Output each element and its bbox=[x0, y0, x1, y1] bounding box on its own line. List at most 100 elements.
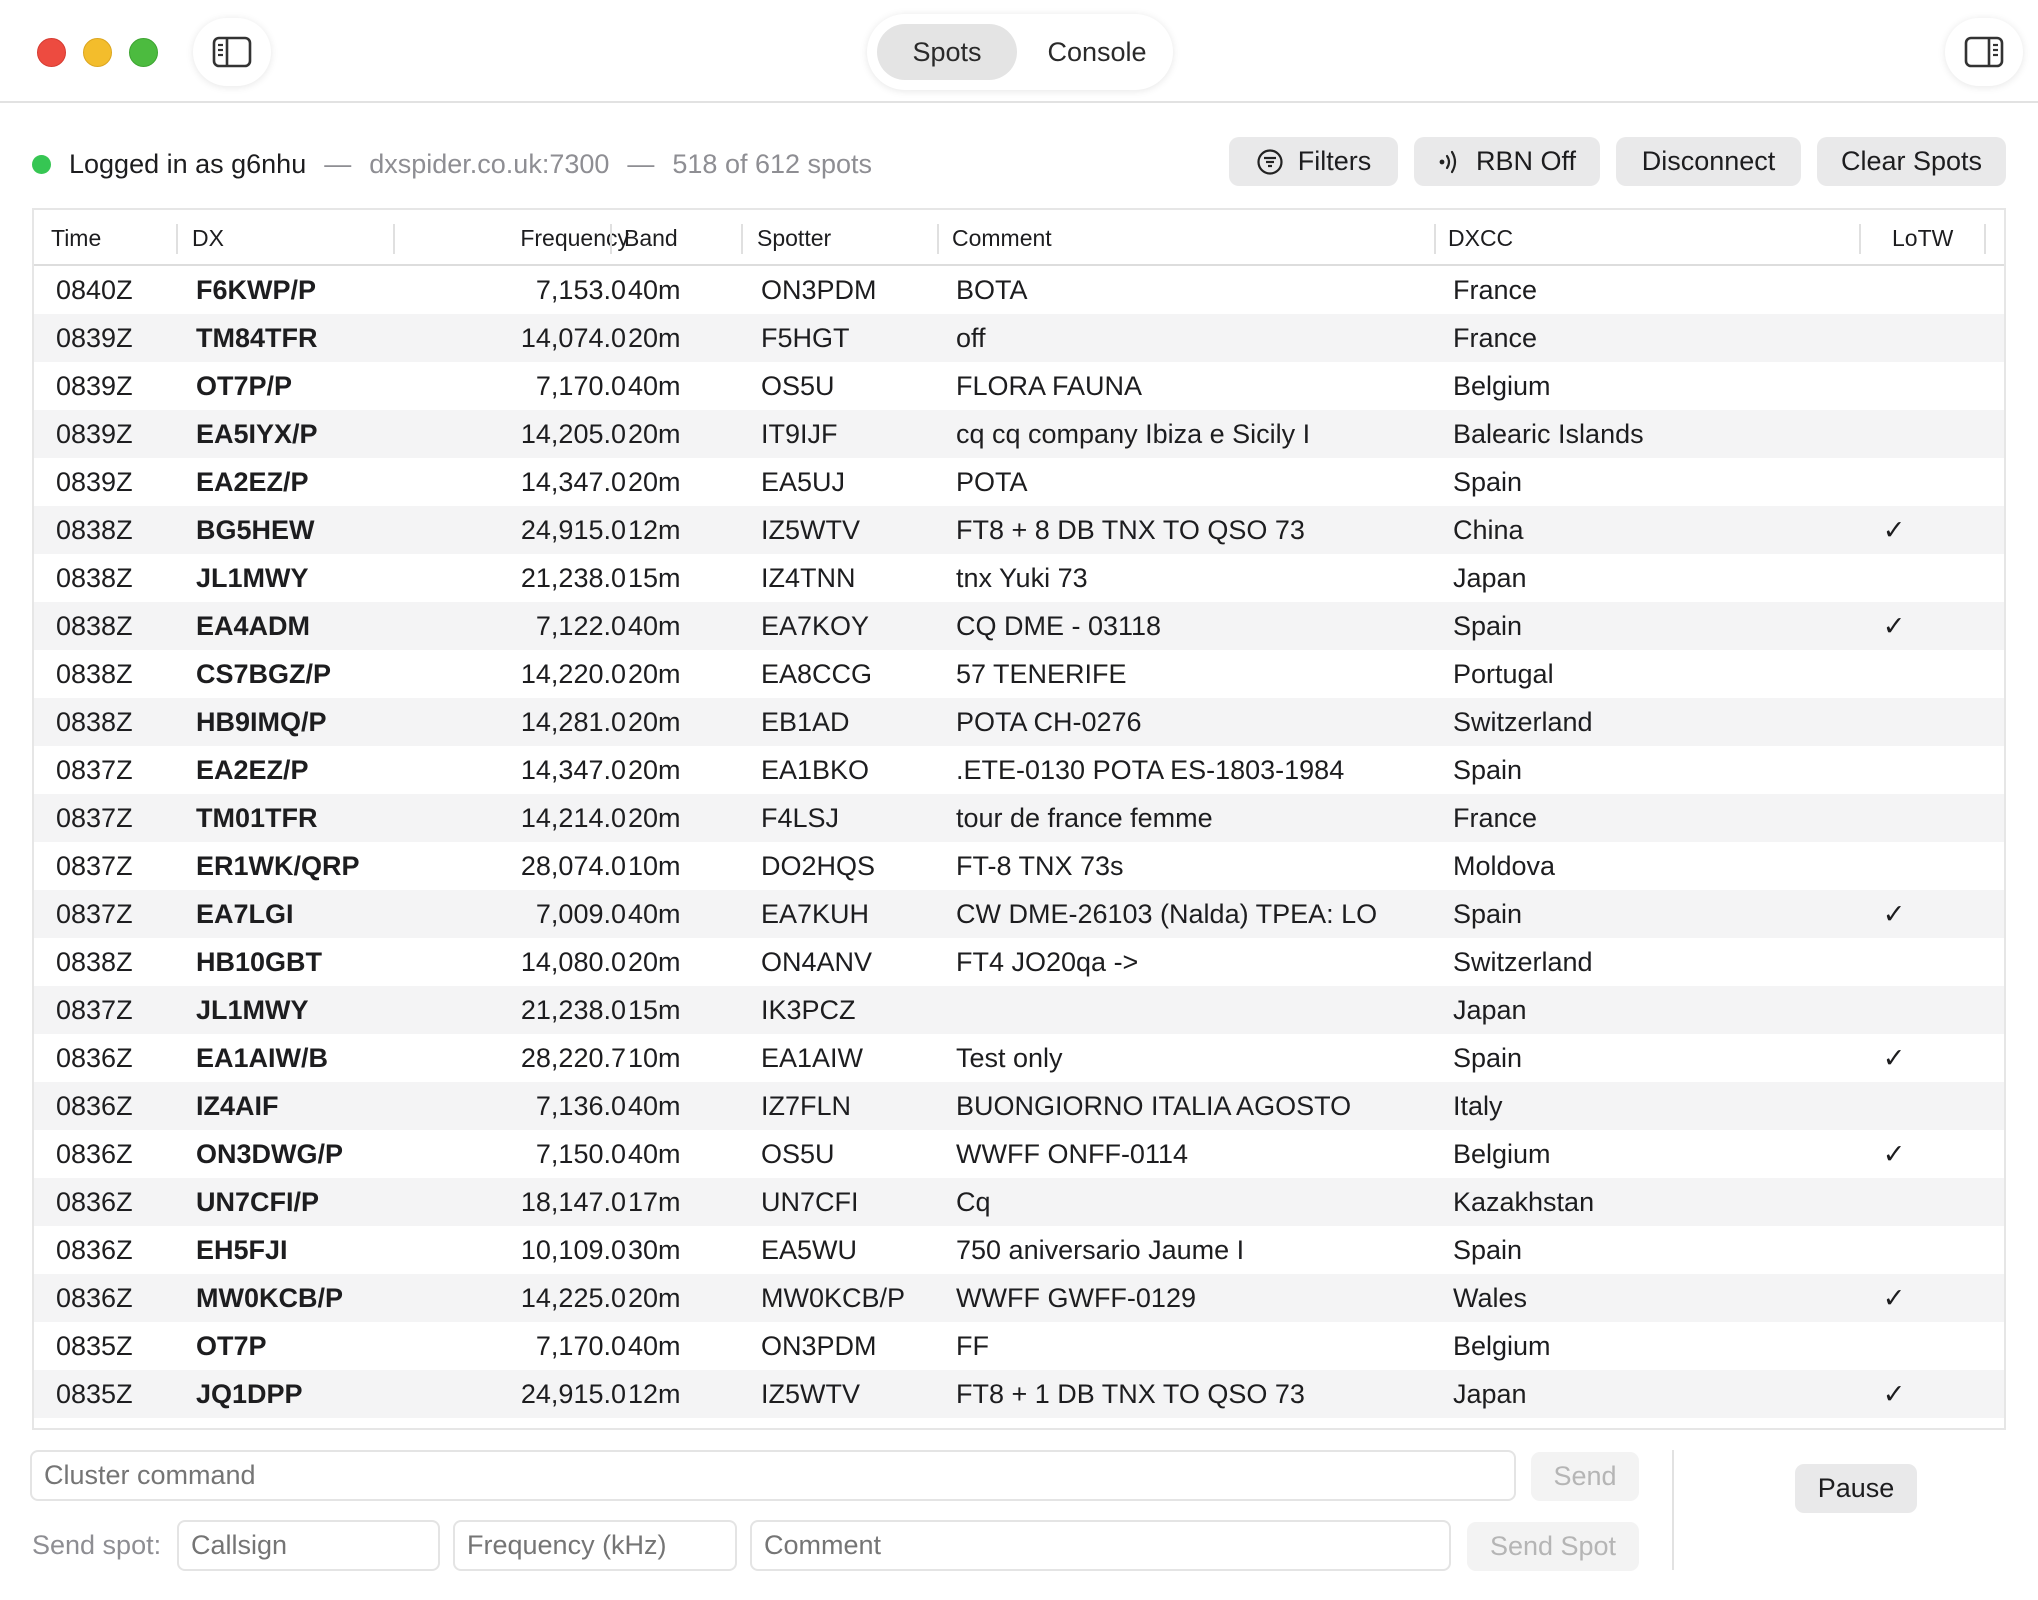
time-cell: 0836Z bbox=[56, 1091, 133, 1121]
band-cell: 20m bbox=[628, 323, 681, 353]
time-cell: 0837Z bbox=[56, 803, 133, 833]
table-row[interactable]: 0838Z JL1MWY 21,238.0 15m IZ4TNN tnx Yuki 73 J… bbox=[34, 554, 2004, 602]
column-header-dx[interactable]: DX bbox=[192, 210, 224, 266]
tab-console[interactable]: Console bbox=[1027, 24, 1167, 80]
close-window-button[interactable] bbox=[37, 38, 66, 67]
band-cell: 20m bbox=[628, 419, 681, 449]
dxcc-cell: Balearic Islands bbox=[1453, 419, 1644, 449]
dx-callsign-cell: EA4ADM bbox=[196, 611, 311, 641]
comment-cell: CW DME-26103 (Nalda) TPEA: LO bbox=[956, 899, 1378, 929]
band-cell: 17m bbox=[628, 1187, 681, 1217]
column-header-lotw[interactable]: LoTW bbox=[1892, 210, 1953, 266]
frequency-cell: 7,136.0 bbox=[535, 1091, 626, 1121]
column-header-frequency[interactable]: Frequency bbox=[394, 210, 629, 266]
column-header-dxcc[interactable]: DXCC bbox=[1448, 210, 1513, 266]
comment-cell: WWFF ONFF-0114 bbox=[956, 1139, 1188, 1169]
table-row[interactable]: 0837Z TM01TFR 14,214.0 20m F4LSJ tour de fran… bbox=[34, 794, 2004, 842]
comment-cell: tnx Yuki 73 bbox=[956, 563, 1088, 593]
dx-callsign-cell: JL1MWY bbox=[196, 563, 309, 593]
dx-callsign-cell: EA5IYX/P bbox=[196, 419, 318, 449]
dxcc-cell: Belgium bbox=[1453, 1139, 1551, 1169]
title-bar: Spots Console bbox=[0, 0, 2038, 103]
table-row[interactable]: 0838Z EA4ADM 7,122.0 40m EA7KOY CQ DME - 0311… bbox=[34, 602, 2004, 650]
column-header-time[interactable]: Time bbox=[51, 210, 101, 266]
frequency-input[interactable] bbox=[453, 1520, 737, 1571]
dx-callsign-cell: IZ4AIF bbox=[196, 1091, 279, 1121]
dxcc-cell: Japan bbox=[1453, 1379, 1527, 1409]
dxcc-cell: France bbox=[1453, 275, 1538, 305]
connection-status: Logged in as g6nhu — dxspider.co.uk:7300… bbox=[32, 146, 872, 182]
dxcc-cell: Wales bbox=[1453, 1283, 1528, 1313]
pause-button[interactable]: Pause bbox=[1795, 1464, 1917, 1513]
lotw-check-cell: ✓ bbox=[1882, 1139, 1906, 1169]
minimize-window-button[interactable] bbox=[83, 38, 112, 67]
band-cell: 20m bbox=[628, 467, 681, 497]
band-cell: 12m bbox=[628, 515, 681, 545]
table-row[interactable]: 0836Z EA1AIW/B 28,220.7 10m EA1AIW Test only S… bbox=[34, 1034, 2004, 1082]
toggle-left-sidebar-button[interactable] bbox=[193, 18, 271, 86]
time-cell: 0836Z bbox=[56, 1139, 133, 1169]
band-cell: 40m bbox=[628, 611, 681, 641]
band-cell: 40m bbox=[628, 1331, 681, 1361]
send-spot-button[interactable]: Send Spot bbox=[1467, 1522, 1639, 1571]
table-row[interactable]: 0837Z ER1WK/QRP 28,074.0 10m DO2HQS FT-8 TNX … bbox=[34, 842, 2004, 890]
dx-callsign-cell: F6KWP/P bbox=[196, 275, 317, 305]
cluster-command-input[interactable] bbox=[30, 1450, 1516, 1501]
table-row[interactable]: 0837Z EA2EZ/P 14,347.0 20m EA1BKO .ETE-0130 P… bbox=[34, 746, 2004, 794]
rbn-toggle-button[interactable]: RBN Off bbox=[1414, 137, 1600, 186]
table-row[interactable]: 0836Z UN7CFI/P 18,147.0 17m UN7CFI Cq Kazakhst… bbox=[34, 1178, 2004, 1226]
clear-spots-button[interactable]: Clear Spots bbox=[1817, 137, 2006, 186]
toggle-right-sidebar-button[interactable] bbox=[1945, 18, 2023, 86]
lotw-check-cell bbox=[1874, 650, 1914, 698]
zoom-window-button[interactable] bbox=[129, 38, 158, 67]
band-cell: 20m bbox=[628, 803, 681, 833]
spotter-cell: OS5U bbox=[761, 371, 835, 401]
disconnect-button[interactable]: Disconnect bbox=[1616, 137, 1801, 186]
band-cell: 15m bbox=[628, 563, 681, 593]
band-cell: 12m bbox=[628, 1379, 681, 1409]
lotw-check-cell bbox=[1874, 362, 1914, 410]
callsign-input[interactable] bbox=[177, 1520, 440, 1571]
table-row[interactable]: 0838Z HB10GBT 14,080.0 20m ON4ANV FT4 JO20qa … bbox=[34, 938, 2004, 986]
band-cell: 20m bbox=[628, 755, 681, 785]
dx-callsign-cell: ER1WK/QRP bbox=[196, 851, 360, 881]
column-header-band[interactable]: Band bbox=[624, 210, 678, 266]
table-row[interactable]: 0839Z OT7P/P 7,170.0 40m OS5U FLORA FAUNA Belg… bbox=[34, 362, 2004, 410]
table-row[interactable]: 0836Z MW0KCB/P 14,225.0 20m MW0KCB/P WWFF GWF… bbox=[34, 1274, 2004, 1322]
filters-button[interactable]: Filters bbox=[1229, 137, 1398, 186]
frequency-cell: 18,147.0 bbox=[520, 1187, 626, 1217]
lotw-check-cell bbox=[1874, 410, 1914, 458]
table-row[interactable]: 0838Z BG5HEW 24,915.0 12m IZ5WTV FT8 + 8 DB T… bbox=[34, 506, 2004, 554]
dx-callsign-cell: JQ1DPP bbox=[196, 1379, 303, 1409]
time-cell: 0838Z bbox=[56, 659, 133, 689]
table-row[interactable]: 0839Z TM84TFR 14,074.0 20m F5HGT off France bbox=[34, 314, 2004, 362]
table-row[interactable]: 0838Z CS7BGZ/P 14,220.0 20m EA8CCG 57 TENERIF… bbox=[34, 650, 2004, 698]
table-row[interactable]: 0836Z IZ4AIF 7,136.0 40m IZ7FLN BUONGIORNO IT… bbox=[34, 1082, 2004, 1130]
comment-cell: 57 TENERIFE bbox=[956, 659, 1127, 689]
band-cell: 20m bbox=[628, 707, 681, 737]
table-row[interactable]: 0837Z EA7LGI 7,009.0 40m EA7KUH CW DME-26103 … bbox=[34, 890, 2004, 938]
comment-cell: .ETE-0130 POTA ES-1803-1984 bbox=[956, 755, 1345, 785]
table-row[interactable]: 0836Z EH5FJI 10,109.0 30m EA5WU 750 aniversar… bbox=[34, 1226, 2004, 1274]
column-header-comment[interactable]: Comment bbox=[952, 210, 1052, 266]
table-row[interactable]: 0839Z EA5IYX/P 14,205.0 20m IT9IJF cq cq comp… bbox=[34, 410, 2004, 458]
table-row[interactable]: 0835Z OT7P 7,170.0 40m ON3PDM FF Belgium bbox=[34, 1322, 2004, 1370]
lotw-check-cell bbox=[1874, 1082, 1914, 1130]
spotter-cell: EA5UJ bbox=[761, 467, 846, 497]
lotw-check-cell bbox=[1874, 1178, 1914, 1226]
comment-cell: FT8 + 1 DB TNX TO QSO 73 bbox=[956, 1379, 1305, 1409]
frequency-cell: 7,170.0 bbox=[535, 1331, 626, 1361]
time-cell: 0836Z bbox=[56, 1187, 133, 1217]
table-row[interactable]: 0835Z JQ1DPP 24,915.0 12m IZ5WTV FT8 + 1 DB T… bbox=[34, 1370, 2004, 1418]
column-header-spotter[interactable]: Spotter bbox=[757, 210, 831, 266]
tab-spots[interactable]: Spots bbox=[877, 24, 1017, 80]
table-row[interactable]: 0836Z ON3DWG/P 7,150.0 40m OS5U WWFF ONFF-011… bbox=[34, 1130, 2004, 1178]
table-row[interactable]: 0839Z EA2EZ/P 14,347.0 20m EA5UJ POTA Spain bbox=[34, 458, 2004, 506]
table-row[interactable]: 0837Z JL1MWY 21,238.0 15m IK3PCZ Japan bbox=[34, 986, 2004, 1034]
dx-callsign-cell: EA2EZ/P bbox=[196, 755, 309, 785]
frequency-cell: 14,281.0 bbox=[520, 707, 626, 737]
comment-input[interactable] bbox=[750, 1520, 1451, 1571]
table-row[interactable]: 0840Z F6KWP/P 7,153.0 40m ON3PDM BOTA France bbox=[34, 266, 2004, 314]
table-row[interactable]: 0838Z HB9IMQ/P 14,281.0 20m EB1AD POTA CH-027… bbox=[34, 698, 2004, 746]
send-command-button[interactable]: Send bbox=[1531, 1452, 1639, 1501]
